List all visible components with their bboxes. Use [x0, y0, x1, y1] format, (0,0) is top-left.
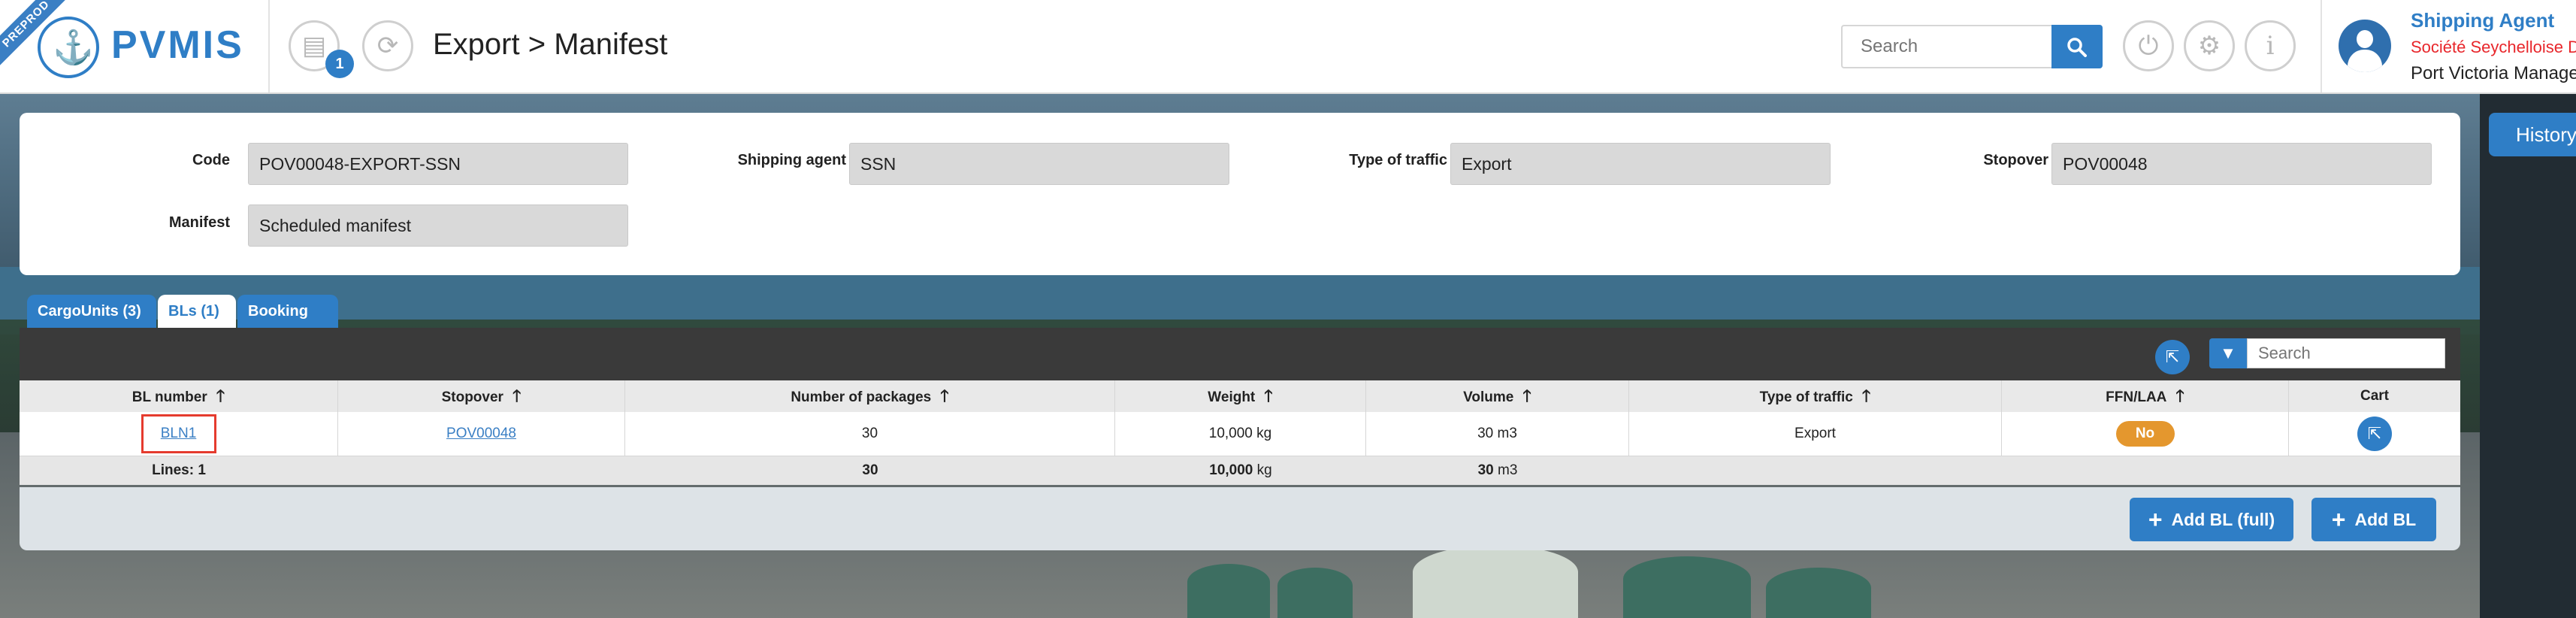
col-stopover[interactable]: Stopover 🡑	[338, 380, 625, 412]
info-icon[interactable]: i	[2245, 20, 2296, 71]
table-row: BLN1 POV00048 30 10,000 kg 30 m3 Export …	[20, 412, 2460, 456]
search-button[interactable]	[2051, 25, 2103, 68]
refresh-icon[interactable]: ⟳	[362, 20, 413, 71]
divider	[2321, 0, 2322, 92]
manifest-header-card: Code POV00048-EXPORT-SSN Shipping agent …	[20, 113, 2460, 275]
history-button[interactable]: History	[2489, 113, 2576, 156]
sort-arrow-icon: 🡑	[1861, 386, 1871, 405]
user-role[interactable]: Shipping Agent	[2411, 9, 2554, 32]
col-traffic-type[interactable]: Type of traffic 🡑	[1629, 380, 2002, 412]
search-input[interactable]	[1841, 25, 2051, 68]
shipping-agent-field: SSN	[849, 143, 1229, 185]
user-company: Société Seychelloise D	[2411, 38, 2576, 56]
traffic-type-label: Type of traffic	[1349, 152, 1447, 168]
cell-volume: 30 m3	[1366, 412, 1629, 456]
table-footer: Lines: 1 30 10,000 kg 30 m3	[20, 456, 2460, 485]
col-volume[interactable]: Volume 🡑	[1366, 380, 1629, 412]
settings-icon[interactable]: ⚙	[2184, 20, 2235, 71]
user-port: Port Victoria Manager	[2411, 63, 2576, 83]
tab-booking[interactable]: Booking (0)	[237, 295, 338, 353]
tab-bls[interactable]: BLs (1)	[158, 295, 236, 328]
sort-arrow-icon: 🡑	[1264, 386, 1273, 405]
actions-bar: + Add BL (full) + Add BL	[20, 487, 2460, 550]
power-icon[interactable]: ⏻	[2123, 20, 2174, 71]
grid-toolbar	[20, 328, 2460, 380]
top-bar: PREPROD ⚓ PVMIS ▤ 1 ⟳ Export > Manifest …	[0, 0, 2576, 94]
ffn-status-badge: No	[2115, 420, 2175, 447]
footer-weight: 10,000 kg	[1209, 462, 1272, 478]
avatar[interactable]	[2339, 20, 2391, 72]
plus-icon: +	[2148, 506, 2163, 533]
manifest-field: Scheduled manifest	[248, 204, 628, 247]
table-header: BL number 🡑 Stopover 🡑 Number of packages 🡑…	[20, 380, 2460, 412]
add-bl-button[interactable]: + Add BL	[2311, 498, 2436, 541]
add-bl-full-button[interactable]: + Add BL (full)	[2130, 498, 2293, 541]
stopover-link[interactable]: POV00048	[446, 426, 516, 441]
code-field: POV00048-EXPORT-SSN	[248, 143, 628, 185]
search-icon	[2067, 38, 2087, 58]
filter-icon[interactable]: ▼	[2209, 338, 2247, 368]
sort-arrow-icon: 🡑	[512, 386, 522, 405]
logo-icon[interactable]: ⚓	[38, 17, 99, 78]
right-side-panel	[2480, 94, 2576, 618]
tab-cargo-units[interactable]: CargoUnits (3)	[27, 295, 156, 328]
col-packages[interactable]: Number of packages 🡑	[625, 380, 1115, 412]
col-cart: Cart	[2360, 388, 2389, 404]
cell-packages: 30	[625, 412, 1115, 456]
bl-table: BL number 🡑 Stopover 🡑 Number of packages 🡑…	[20, 380, 2460, 485]
footer-packages: 30	[862, 462, 878, 478]
divider	[268, 0, 270, 92]
col-ffn-laa[interactable]: FFN/LAA 🡑	[2002, 380, 2289, 412]
bl-number-link[interactable]: BLN1	[161, 426, 197, 441]
shipping-agent-label: Shipping agent	[737, 152, 846, 168]
highlight-box: BLN1	[141, 414, 216, 453]
notification-badge: 1	[325, 50, 354, 78]
sort-arrow-icon: 🡑	[2175, 386, 2184, 405]
sort-arrow-icon: 🡑	[216, 386, 225, 405]
col-weight[interactable]: Weight 🡑	[1115, 380, 1366, 412]
col-bl-number[interactable]: BL number 🡑	[20, 380, 338, 412]
stopover-field: POV00048	[2051, 143, 2432, 185]
sort-arrow-icon: 🡑	[1522, 386, 1531, 405]
export-icon[interactable]: ⇱	[2155, 340, 2190, 374]
stopover-label: Stopover	[1983, 152, 2048, 168]
plus-icon: +	[2331, 506, 2346, 533]
cell-traffic: Export	[1629, 412, 2002, 456]
add-to-cart-icon[interactable]: ⇱	[2357, 416, 2392, 451]
cell-weight: 10,000 kg	[1115, 412, 1366, 456]
footer-volume: 30 m3	[1477, 462, 1518, 478]
page-title: Export > Manifest	[433, 28, 668, 61]
sort-arrow-icon: 🡑	[940, 386, 949, 405]
manifest-label: Manifest	[168, 214, 230, 231]
footer-lines: Lines: 1	[152, 462, 206, 478]
traffic-type-field: Export	[1450, 143, 1831, 185]
code-label: Code	[192, 152, 230, 168]
logo-text[interactable]: PVMIS	[111, 23, 244, 68]
grid-search-input[interactable]	[2247, 338, 2445, 368]
